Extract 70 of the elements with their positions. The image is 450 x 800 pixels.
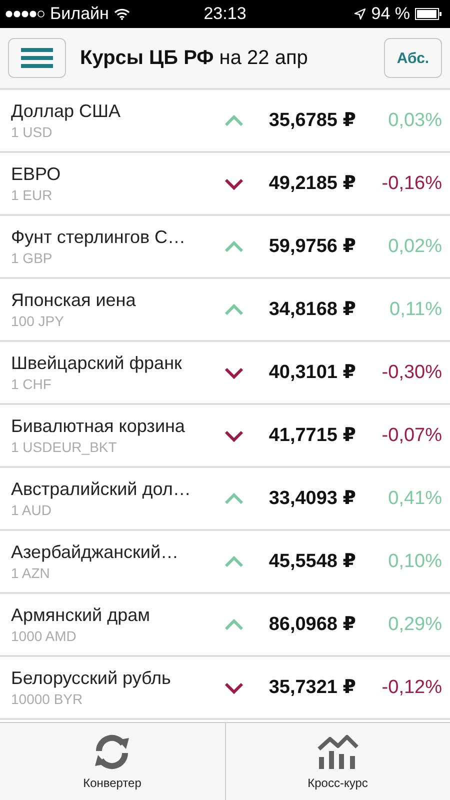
percent-change: 0,03%	[387, 110, 442, 132]
screen-title: Курсы ЦБ РФ на 22 апр	[80, 46, 308, 70]
currency-name: Швейцарский франк	[11, 353, 183, 374]
exchange-rate: 35,6785 ₽	[268, 109, 356, 132]
currency-unit: 10000 BYR	[11, 691, 84, 707]
status-time: 23:13	[204, 4, 246, 24]
currency-row[interactable]: Швейцарский франк 1 CHF 40,3101 ₽ -0,30%	[0, 342, 450, 405]
exchange-rate: 34,8168 ₽	[268, 298, 356, 321]
currency-unit: 1 CHF	[11, 376, 52, 392]
currency-unit: 1 GBP	[11, 250, 54, 266]
currency-name: Белорусский рубль	[11, 668, 172, 689]
currency-row[interactable]: Бивалютная корзина 1 USDEUR_BKT 41,7715 ₽ -0,07%	[0, 405, 450, 468]
percent-change: 0,02%	[387, 236, 442, 258]
currency-name: Армянский драм	[11, 605, 151, 626]
currency-row[interactable]: Австралийский дол… 1 AUD 33,4093 ₽ 0,41%	[0, 468, 450, 531]
exchange-rate: 49,2185 ₽	[268, 172, 356, 195]
exchange-rate: 40,3101 ₽	[268, 361, 356, 384]
tab-bar-item[interactable]: Конвертер	[0, 723, 224, 800]
currency-name: Азербайджанский…	[11, 542, 180, 563]
chevron-up-icon	[224, 238, 244, 254]
exchange-rate: 41,7715 ₽	[268, 424, 356, 447]
battery-icon	[415, 8, 442, 20]
tab-bar-item[interactable]: Кросс-курс	[224, 723, 450, 800]
currency-unit: 1000 AMD	[11, 628, 78, 644]
battery-percent: 94 %	[371, 4, 410, 24]
percent-change: -0,30%	[380, 362, 442, 384]
absolute-toggle-button[interactable]: Абс.	[384, 38, 442, 78]
wifi-icon	[114, 8, 130, 20]
currency-name: Доллар США	[11, 101, 122, 122]
chevron-up-icon	[224, 554, 244, 570]
currency-name: Японская иена	[11, 290, 137, 311]
currency-unit: 100 JPY	[11, 313, 65, 329]
currency-unit: 1 AUD	[11, 502, 52, 518]
chevron-up-icon	[224, 302, 244, 318]
currency-unit: 1 AZN	[11, 565, 51, 581]
currency-row[interactable]: ЕВРО 1 EUR 49,2185 ₽ -0,16%	[0, 153, 450, 216]
currency-unit: 1 USDEUR_BKT	[11, 439, 118, 455]
currency-row[interactable]: Доллар США 1 USD 35,6785 ₽ 0,03%	[0, 90, 450, 153]
chevron-up-icon	[224, 112, 244, 128]
currency-name: Австралийский дол…	[11, 479, 192, 500]
currency-name: Бивалютная корзина	[11, 416, 186, 437]
currency-row[interactable]: Японская иена 100 JPY 34,8168 ₽ 0,11%	[0, 279, 450, 342]
percent-change: 0,29%	[387, 614, 442, 636]
percent-change: -0,12%	[380, 676, 442, 698]
menu-icon	[21, 47, 53, 69]
location-arrow-icon	[354, 8, 366, 20]
currency-row[interactable]: Армянский драм 1000 AMD 86,0968 ₽ 0,29%	[0, 594, 450, 657]
bar-chart-icon	[316, 734, 360, 770]
carrier-name: Билайн	[50, 4, 109, 24]
exchange-rate: 33,4093 ₽	[268, 487, 356, 510]
currency-unit: 1 USD	[11, 124, 54, 140]
chevron-up-icon	[224, 616, 244, 632]
percent-change: -0,16%	[380, 172, 442, 194]
currency-row[interactable]: Фунт стерлингов С… 1 GBP 59,9756 ₽ 0,02%	[0, 216, 450, 279]
percent-change: 0,41%	[387, 488, 442, 510]
exchange-rate: 86,0968 ₽	[268, 613, 356, 636]
signal-icon	[5, 10, 45, 18]
currency-name: ЕВРО	[11, 164, 62, 185]
currency-row[interactable]: Азербайджанский… 1 AZN 45,5548 ₽ 0,10%	[0, 531, 450, 594]
percent-change: -0,07%	[380, 424, 442, 446]
percent-change: 0,10%	[387, 550, 442, 572]
exchange-rate: 35,7321 ₽	[268, 676, 356, 699]
currency-row[interactable]: Белорусский рубль 10000 BYR 35,7321 ₽ -0,12%	[0, 657, 450, 720]
currency-unit: 1 EUR	[11, 187, 54, 203]
percent-change: 0,11%	[388, 298, 442, 320]
chevron-up-icon	[224, 490, 244, 506]
exchange-rate: 59,9756 ₽	[268, 235, 356, 258]
currency-name: Фунт стерлингов С…	[11, 227, 187, 248]
exchange-rate: 45,5548 ₽	[268, 550, 356, 573]
menu-button[interactable]	[8, 38, 66, 78]
